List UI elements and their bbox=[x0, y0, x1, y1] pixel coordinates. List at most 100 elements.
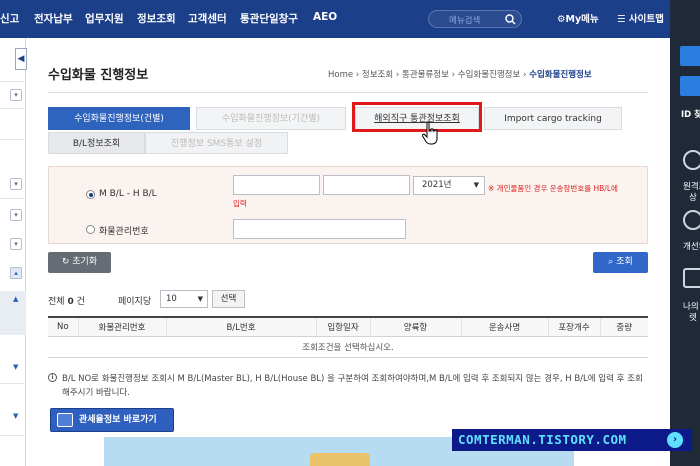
column-header: 포장개수 bbox=[547, 316, 600, 337]
chevron-down-icon: ▼ bbox=[197, 295, 203, 303]
watermark: COMTERMAN.TISTORY.COM bbox=[452, 429, 692, 451]
table-row: 조회조건을 선택하십시오. bbox=[48, 336, 648, 358]
check-icon[interactable] bbox=[683, 210, 700, 230]
chevron-up-icon[interactable]: ▴ bbox=[10, 267, 22, 279]
hbl-input[interactable] bbox=[323, 175, 410, 195]
menu-search-input[interactable]: 메뉴검색 bbox=[428, 10, 522, 28]
reset-label: 초기화 bbox=[72, 257, 98, 267]
query-label: 조회 bbox=[616, 257, 633, 267]
find-id-label[interactable]: ID 찾 bbox=[681, 108, 700, 120]
total-label: 전체 bbox=[48, 297, 65, 307]
chevron-down-icon[interactable]: ▾ bbox=[10, 89, 22, 101]
tab-import-cargo-tracking[interactable]: Import cargo tracking bbox=[484, 107, 622, 130]
page-title: 수입화물 진행정보 bbox=[48, 68, 149, 83]
mbl-input[interactable] bbox=[233, 175, 320, 195]
nav-item-aeo[interactable]: AEO bbox=[313, 11, 337, 23]
arrow-right-icon: › bbox=[667, 432, 683, 448]
left-sidebar: ◀ ▾ ▾ ▾ ▾ ▴ ▲ ▼ ▼ bbox=[0, 38, 27, 466]
sitemap-button[interactable]: ☰ 사이트맵 bbox=[617, 11, 664, 25]
breadcrumb-logistics[interactable]: 통관물류정보 bbox=[402, 70, 449, 80]
remote-label-2: 상 bbox=[689, 193, 697, 203]
highlight-box bbox=[352, 102, 482, 132]
nav-item-support[interactable]: 업무지원 bbox=[85, 11, 124, 26]
improvement-label[interactable]: 개선의 bbox=[683, 240, 700, 252]
table-header-row: No 화물관리번호 B/L번호 입항일자 양륙항 운송사명 포장개수 중량 bbox=[48, 316, 648, 337]
sidebar-divider bbox=[0, 198, 26, 199]
total-count-value: 0 bbox=[67, 297, 74, 307]
nav-item-customer-center[interactable]: 고객센터 bbox=[188, 11, 227, 26]
per-page-select[interactable]: 10 ▼ bbox=[160, 290, 208, 308]
column-header: No bbox=[48, 316, 78, 337]
menu-search-placeholder: 메뉴검색 bbox=[449, 16, 481, 26]
sitemap-label: 사이트맵 bbox=[628, 14, 664, 25]
triangle-down-icon[interactable]: ▼ bbox=[13, 363, 18, 371]
sidebar-divider bbox=[0, 383, 26, 384]
nav-item-epayment[interactable]: 전자납부 bbox=[34, 11, 73, 26]
refresh-icon: ↻ bbox=[61, 257, 70, 267]
tariff-label: 관세율정보 바로가기 bbox=[79, 415, 157, 425]
nav-item-report[interactable]: 신고 bbox=[0, 11, 19, 26]
radio-cargo-number[interactable] bbox=[86, 225, 95, 234]
query-button[interactable]: ⌕ 조회 bbox=[593, 252, 648, 273]
quick-button[interactable] bbox=[680, 46, 700, 66]
tariff-icon bbox=[57, 413, 73, 427]
personal-item-notice-2: 입력 bbox=[233, 199, 247, 208]
tab-cargo-by-period[interactable]: 수입화물진행정보(기간별) bbox=[196, 107, 346, 130]
sidebar-divider bbox=[0, 139, 26, 140]
title-divider bbox=[48, 92, 648, 93]
my-label-2: 렛 bbox=[689, 313, 697, 323]
right-quick-panel bbox=[670, 0, 700, 466]
chevron-down-icon[interactable]: ▾ bbox=[10, 209, 22, 221]
sidebar-divider bbox=[0, 329, 26, 330]
results-table: No 화물관리번호 B/L번호 입항일자 양륙항 운송사명 포장개수 중량 조회… bbox=[48, 316, 648, 358]
search-icon[interactable] bbox=[505, 14, 516, 25]
column-header: 운송사명 bbox=[460, 316, 548, 337]
tariff-info-button[interactable]: 관세율정보 바로가기 bbox=[50, 408, 174, 432]
breadcrumb-current: 수입화물진행정보 bbox=[529, 70, 592, 80]
reset-button[interactable]: ↻ 초기화 bbox=[48, 252, 111, 273]
cargo-number-input[interactable] bbox=[233, 219, 406, 239]
breadcrumb-info-lookup[interactable]: 정보조회 bbox=[362, 70, 393, 80]
gear-icon: ⚙ bbox=[557, 14, 566, 25]
breadcrumb-home[interactable]: Home bbox=[328, 70, 353, 80]
column-header: 중량 bbox=[599, 316, 648, 337]
personal-item-notice: ※ 개인물품인 경우 운송장번호를 HB/L에 bbox=[488, 184, 618, 193]
select-button[interactable]: 선택 bbox=[212, 290, 245, 308]
radio-cargo-number-label[interactable]: 화물관리번호 bbox=[99, 224, 149, 237]
empty-message: 조회조건을 선택하십시오. bbox=[48, 336, 648, 358]
breadcrumb-cargo-progress[interactable]: 수입화물진행정보 bbox=[458, 70, 521, 80]
triangle-up-icon[interactable]: ▲ bbox=[13, 295, 18, 303]
info-icon: i bbox=[48, 373, 57, 382]
my-menu-label: My메뉴 bbox=[565, 14, 599, 25]
tab-cargo-by-case[interactable]: 수입화물진행정보(건별) bbox=[48, 107, 190, 130]
calculator-icon[interactable] bbox=[683, 268, 700, 288]
monitor-icon[interactable] bbox=[683, 150, 700, 170]
breadcrumb: Home › 정보조회 › 통관물류정보 › 수입화물진행정보 › 수입화물진행… bbox=[328, 68, 592, 80]
my-menu-button[interactable]: ⚙My메뉴 bbox=[557, 11, 599, 25]
chevron-down-icon[interactable]: ▾ bbox=[10, 238, 22, 250]
top-navigation: 신고 전자납부 업무지원 정보조회 고객센터 통관단일창구 AEO 메뉴검색 ⚙… bbox=[0, 0, 670, 38]
nav-item-info-lookup[interactable]: 정보조회 bbox=[137, 11, 176, 26]
radio-mbl-hbl-label[interactable]: M B/L - H B/L bbox=[99, 189, 157, 199]
sidebar-divider bbox=[0, 81, 26, 82]
info-text: B/L NO로 화물진행정보 조회시 M B/L(Master BL), H B… bbox=[62, 374, 643, 398]
total-count: 전체 0 건 bbox=[48, 294, 85, 307]
sidebar-collapse-button[interactable]: ◀ bbox=[15, 48, 27, 70]
radio-mbl-hbl[interactable] bbox=[86, 190, 95, 199]
year-select[interactable]: 2021년 ▼ bbox=[413, 176, 485, 195]
nav-item-single-window[interactable]: 통관단일창구 bbox=[240, 11, 298, 26]
triangle-down-icon[interactable]: ▼ bbox=[13, 412, 18, 420]
quick-button[interactable] bbox=[680, 76, 700, 96]
menu-icon: ☰ bbox=[617, 14, 626, 25]
subtab-sms-notify[interactable]: 진행정보 SMS통보 설정 bbox=[145, 132, 288, 154]
sidebar-divider bbox=[0, 108, 26, 109]
column-header: 양륙항 bbox=[369, 316, 461, 337]
banner-decoration bbox=[310, 453, 370, 466]
column-header: 화물관리번호 bbox=[77, 316, 166, 337]
chevron-down-icon: ▼ bbox=[473, 181, 479, 189]
hand-cursor-icon bbox=[422, 121, 438, 145]
chevron-down-icon[interactable]: ▾ bbox=[10, 178, 22, 190]
column-header: 입항일자 bbox=[315, 316, 370, 337]
subtab-bl-info[interactable]: B/L정보조회 bbox=[48, 132, 145, 154]
search-icon: ⌕ bbox=[608, 257, 614, 267]
